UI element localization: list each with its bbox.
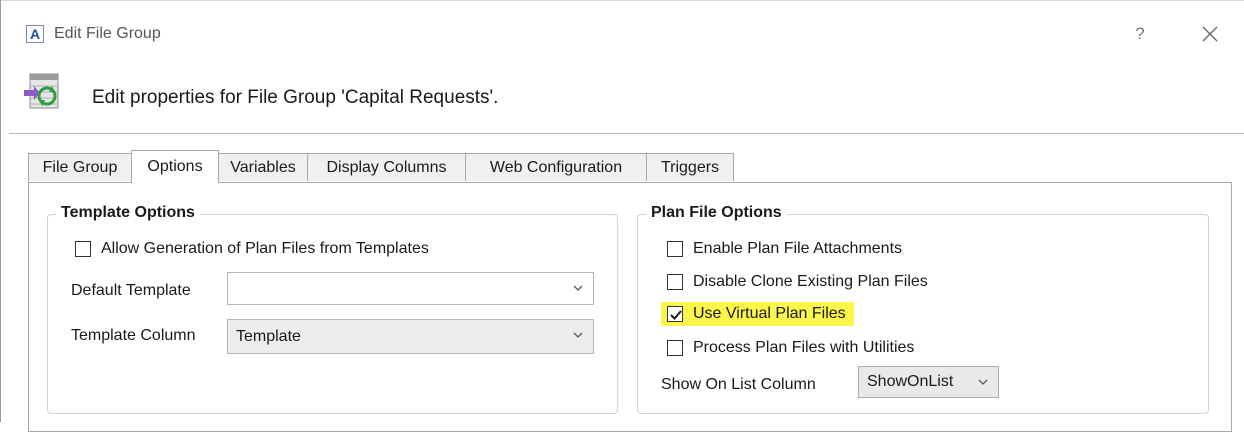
tab-file-group[interactable]: File Group bbox=[28, 153, 132, 181]
use-virtual-label: Use Virtual Plan Files bbox=[693, 305, 846, 322]
tab-options[interactable]: Options bbox=[131, 150, 219, 183]
disable-clone-checkbox[interactable] bbox=[667, 274, 683, 290]
close-icon bbox=[1202, 26, 1218, 42]
tab-display-columns[interactable]: Display Columns bbox=[307, 153, 466, 181]
enable-attachments-checkbox[interactable] bbox=[667, 241, 683, 257]
title-bar: A Edit File Group ? bbox=[0, 0, 1244, 56]
allow-generation-label: Allow Generation of Plan Files from Temp… bbox=[101, 240, 429, 257]
close-button[interactable] bbox=[1196, 22, 1224, 46]
enable-attachments-option[interactable]: Enable Plan File Attachments bbox=[667, 240, 902, 258]
default-template-label: Default Template bbox=[71, 282, 191, 299]
header-description: Edit properties for File Group 'Capital … bbox=[92, 87, 499, 108]
help-button[interactable]: ? bbox=[1128, 22, 1152, 46]
process-utilities-checkbox[interactable] bbox=[667, 340, 683, 356]
enable-attachments-label: Enable Plan File Attachments bbox=[693, 240, 903, 257]
template-column-select[interactable]: Template bbox=[227, 319, 594, 354]
window-left-border bbox=[0, 0, 1, 422]
process-utilities-option[interactable]: Process Plan Files with Utilities bbox=[667, 339, 914, 357]
tab-triggers[interactable]: Triggers bbox=[646, 153, 734, 181]
app-icon: A bbox=[26, 25, 44, 43]
checkmark-icon bbox=[670, 310, 682, 320]
allow-generation-option[interactable]: Allow Generation of Plan Files from Temp… bbox=[75, 240, 429, 258]
template-column-label: Template Column bbox=[71, 327, 196, 344]
process-utilities-label: Process Plan Files with Utilities bbox=[693, 339, 915, 356]
file-group-sync-icon bbox=[22, 72, 60, 112]
chevron-down-icon bbox=[978, 379, 988, 385]
chevron-down-icon bbox=[573, 332, 583, 338]
window-title: Edit File Group bbox=[54, 25, 161, 42]
plan-file-options-legend: Plan File Options bbox=[646, 204, 787, 222]
disable-clone-option[interactable]: Disable Clone Existing Plan Files bbox=[667, 273, 928, 291]
show-on-list-select[interactable]: ShowOnList bbox=[858, 366, 999, 398]
tab-variables[interactable]: Variables bbox=[218, 153, 308, 181]
disable-clone-label: Disable Clone Existing Plan Files bbox=[693, 273, 928, 290]
header-divider bbox=[9, 133, 1244, 134]
template-column-value: Template bbox=[236, 328, 301, 345]
use-virtual-checkbox[interactable] bbox=[667, 306, 683, 322]
use-virtual-option[interactable]: Use Virtual Plan Files bbox=[661, 302, 854, 326]
tab-web-configuration[interactable]: Web Configuration bbox=[465, 153, 647, 181]
chevron-down-icon bbox=[573, 285, 583, 291]
template-options-legend: Template Options bbox=[56, 204, 200, 222]
show-on-list-value: ShowOnList bbox=[867, 373, 954, 390]
default-template-select[interactable] bbox=[227, 272, 594, 305]
show-on-list-label: Show On List Column bbox=[661, 376, 816, 393]
allow-generation-checkbox[interactable] bbox=[75, 241, 91, 257]
